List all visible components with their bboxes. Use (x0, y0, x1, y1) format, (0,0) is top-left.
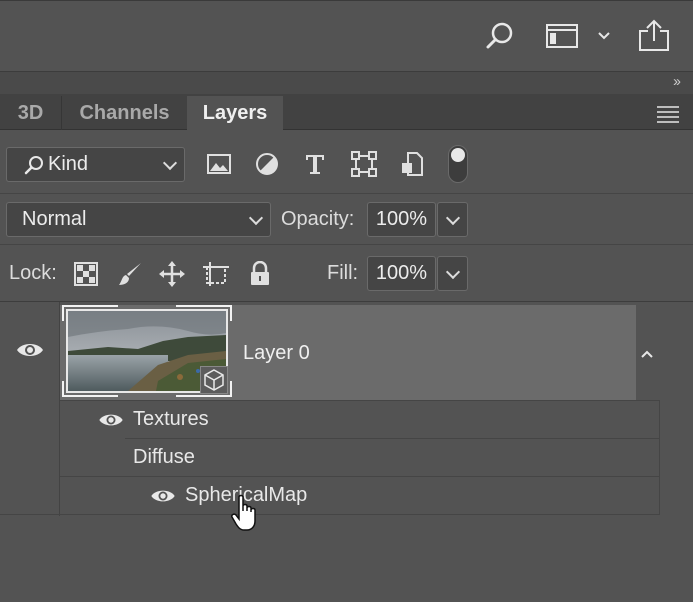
list-item-textures[interactable]: Textures (60, 400, 660, 438)
fill-input[interactable]: 100% (367, 256, 436, 291)
opacity-input[interactable]: 100% (367, 202, 436, 237)
lock-all-icon[interactable] (244, 258, 276, 290)
search-icon (24, 155, 43, 174)
divider (0, 514, 660, 515)
opacity-dropdown-button[interactable] (437, 202, 468, 237)
divider (659, 400, 660, 515)
diffuse-label: Diffuse (133, 445, 195, 468)
layer-filter-row: Kind (0, 131, 693, 194)
share-icon[interactable] (634, 19, 674, 53)
visibility-column (0, 302, 60, 516)
image-filter-icon[interactable] (203, 148, 235, 180)
application-bar (0, 0, 693, 72)
kind-filter-label: Kind (48, 153, 89, 175)
opacity-label: Opacity: (281, 208, 355, 230)
search-icon[interactable] (480, 19, 520, 53)
lock-label: Lock: (9, 262, 57, 284)
fill-label: Fill: (327, 262, 359, 284)
textures-visibility-eye-icon[interactable] (98, 411, 124, 435)
panel-collapse-strip: ›› (0, 72, 693, 94)
layer-visibility-eye-icon[interactable] (16, 340, 44, 365)
sphericalmap-visibility-eye-icon[interactable] (150, 487, 176, 511)
chevron-down-icon (445, 210, 461, 225)
opacity-value: 100% (375, 208, 428, 230)
list-item-diffuse[interactable]: Diffuse (125, 438, 660, 476)
blend-mode-value: Normal (22, 208, 87, 230)
3d-cube-icon (200, 366, 228, 394)
panel-menu-icon[interactable] (657, 106, 679, 126)
workspace-icon[interactable] (542, 19, 582, 53)
type-filter-icon[interactable] (299, 148, 331, 180)
smart-object-filter-icon[interactable] (396, 148, 428, 180)
tab-layers[interactable]: Layers (187, 96, 283, 130)
lock-artboard-icon[interactable] (200, 258, 232, 290)
chevron-down-icon (248, 210, 264, 225)
fill-dropdown-button[interactable] (437, 256, 468, 291)
lock-row: Lock: Fill: 100% (0, 246, 693, 302)
lock-transparent-icon[interactable] (70, 258, 102, 290)
chevron-down-icon (445, 264, 461, 279)
tab-3d[interactable]: 3D (0, 96, 62, 130)
tab-channels[interactable]: Channels (62, 96, 187, 130)
collapse-panels-icon[interactable]: ›› (673, 73, 681, 90)
layer-collapse-chevron-icon[interactable] (640, 346, 654, 364)
list-item-sphericalmap[interactable]: SphericalMap (60, 476, 660, 514)
blend-mode-row: Normal Opacity: 100% (0, 195, 693, 245)
filter-toggle-icon[interactable] (448, 145, 468, 183)
layer-name[interactable]: Layer 0 (243, 342, 310, 365)
blend-mode-select[interactable]: Normal (6, 202, 271, 237)
hand-cursor-icon (230, 494, 264, 539)
fill-value: 100% (375, 262, 428, 284)
lock-image-icon[interactable] (114, 258, 146, 290)
adjustment-filter-icon[interactable] (251, 148, 283, 180)
shape-filter-icon[interactable] (348, 148, 380, 180)
lock-position-icon[interactable] (156, 258, 188, 290)
textures-label: Textures (133, 407, 209, 430)
chevron-down-icon (162, 155, 178, 170)
chevron-down-icon[interactable] (592, 19, 616, 53)
kind-filter-select[interactable]: Kind (6, 147, 185, 182)
panel-tab-bar: 3D Channels Layers (0, 94, 693, 130)
